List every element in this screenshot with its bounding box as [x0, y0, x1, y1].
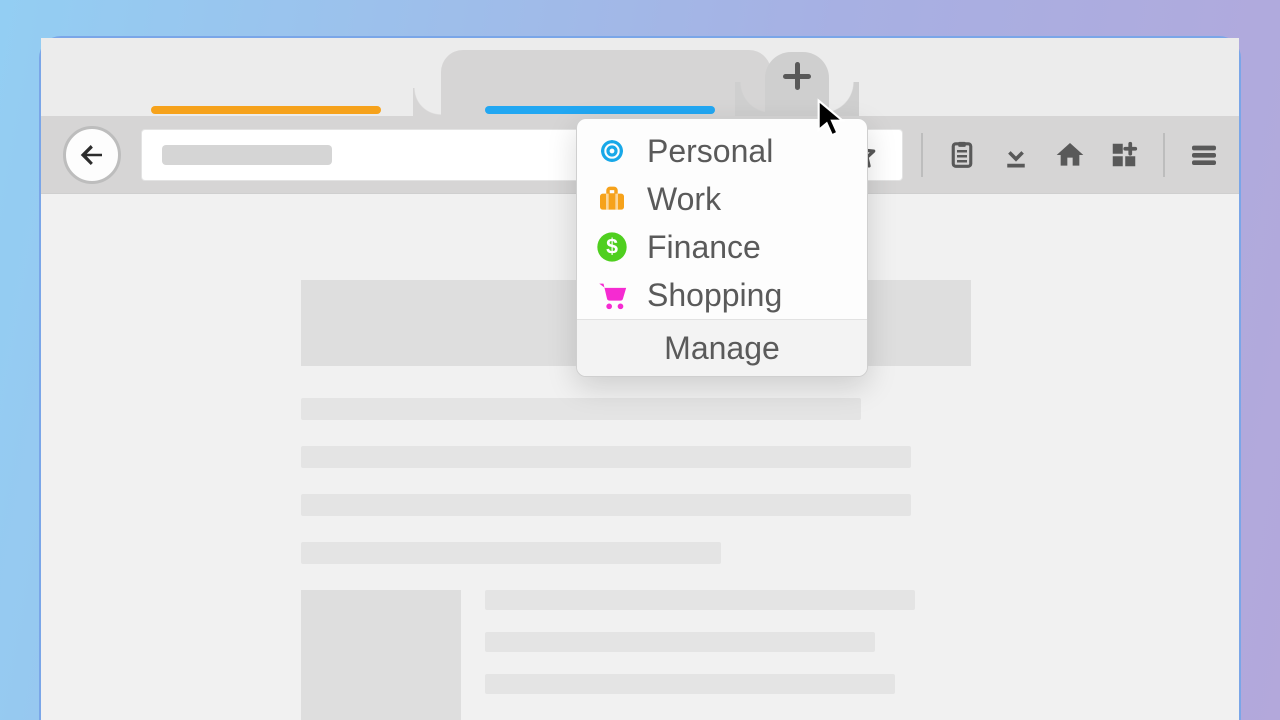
new-tab-button[interactable]: [765, 52, 829, 100]
url-placeholder: [162, 145, 332, 165]
svg-text:$: $: [606, 235, 618, 259]
tiles-plus-icon: [1109, 140, 1139, 170]
hamburger-icon: [1188, 139, 1220, 171]
tab-blue-accent: [485, 106, 715, 114]
content-line: [485, 674, 895, 694]
content-line: [485, 590, 915, 610]
container-menu-item-personal[interactable]: Personal: [577, 119, 867, 175]
content-line: [301, 494, 911, 516]
download-icon: [1001, 140, 1031, 170]
browser-window: Personal Work $ Finance Shopping Manage: [39, 36, 1241, 720]
content-line: [485, 632, 875, 652]
library-button[interactable]: [941, 134, 983, 176]
toolbar-divider: [1163, 133, 1165, 177]
addons-button[interactable]: [1103, 134, 1145, 176]
tab-strip: [41, 38, 1239, 116]
toolbar-divider: [921, 133, 923, 177]
arrow-left-icon: [77, 140, 107, 170]
container-menu-item-work[interactable]: Work: [577, 175, 867, 223]
home-button[interactable]: [1049, 134, 1091, 176]
container-menu-label: Shopping: [647, 277, 782, 314]
container-menu-manage[interactable]: Manage: [577, 320, 867, 376]
tab-orange[interactable]: [151, 106, 381, 114]
container-menu-item-shopping[interactable]: Shopping: [577, 271, 867, 319]
container-menu: Personal Work $ Finance Shopping Manage: [576, 118, 868, 377]
fingerprint-icon: [595, 134, 629, 168]
content-thumb: [301, 590, 461, 720]
container-menu-label: Finance: [647, 229, 761, 266]
content-line: [301, 398, 861, 420]
menu-button[interactable]: [1183, 134, 1225, 176]
container-menu-label: Personal: [647, 133, 773, 170]
container-menu-label: Work: [647, 181, 721, 218]
back-button[interactable]: [63, 126, 121, 184]
content-line: [301, 542, 721, 564]
plus-icon: [783, 62, 811, 90]
content-line: [301, 446, 911, 468]
briefcase-icon: [595, 182, 629, 216]
manage-label: Manage: [664, 330, 780, 367]
container-menu-item-finance[interactable]: $ Finance: [577, 223, 867, 271]
clipboard-icon: [947, 140, 977, 170]
cart-icon: [595, 278, 629, 312]
dollar-icon: $: [595, 230, 629, 264]
downloads-button[interactable]: [995, 134, 1037, 176]
home-icon: [1054, 139, 1086, 171]
